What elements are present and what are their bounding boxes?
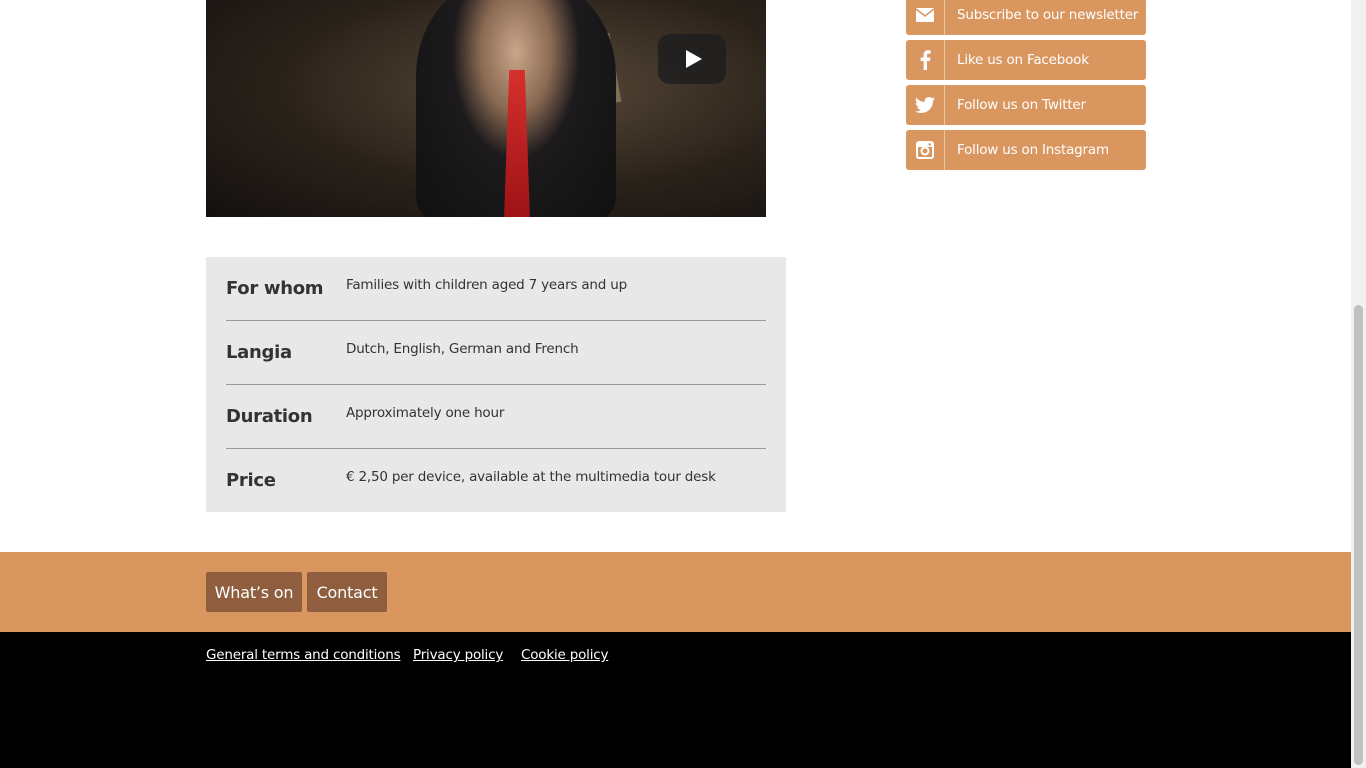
info-value: Dutch, English, German and French <box>346 341 579 357</box>
newsletter-button[interactable]: Subscribe to our newsletter <box>906 0 1146 35</box>
facebook-label: Like us on Facebook <box>957 52 1089 68</box>
contact-button[interactable]: Contact <box>307 572 387 612</box>
info-value: Families with children aged 7 years and … <box>346 277 627 293</box>
twitter-icon <box>906 85 945 125</box>
twitter-label: Follow us on Twitter <box>957 97 1086 113</box>
info-value: € 2,50 per device, available at the mult… <box>346 469 716 485</box>
info-label: Price <box>226 470 276 491</box>
cookie-policy-link[interactable]: Cookie policy <box>521 647 608 663</box>
info-label: Duration <box>226 406 313 427</box>
twitter-button[interactable]: Follow us on Twitter <box>906 85 1146 125</box>
info-row-for-whom: For whom Families with children aged 7 y… <box>226 257 766 321</box>
footer-legal: General terms and conditions Privacy pol… <box>0 632 1351 768</box>
info-row-price: Price € 2,50 per device, available at th… <box>226 449 766 512</box>
whats-on-button[interactable]: What’s on <box>206 572 302 612</box>
page: For whom Families with children aged 7 y… <box>0 0 1351 768</box>
info-row-language: Langia Dutch, English, German and French <box>226 321 766 385</box>
privacy-policy-link[interactable]: Privacy policy <box>413 647 503 663</box>
terms-link[interactable]: General terms and conditions <box>206 647 401 663</box>
envelope-icon <box>906 0 945 35</box>
instagram-icon <box>906 130 945 170</box>
instagram-button[interactable]: Follow us on Instagram <box>906 130 1146 170</box>
info-value: Approximately one hour <box>346 405 505 421</box>
tour-info-table: For whom Families with children aged 7 y… <box>206 257 786 512</box>
play-icon <box>686 50 702 68</box>
facebook-icon <box>906 40 945 80</box>
info-label: Langia <box>226 342 292 363</box>
newsletter-label: Subscribe to our newsletter <box>957 7 1139 23</box>
page-scrollbar[interactable] <box>1351 0 1366 768</box>
video-player[interactable] <box>206 0 766 217</box>
social-links: Subscribe to our newsletter Like us on F… <box>906 0 1146 175</box>
instagram-label: Follow us on Instagram <box>957 142 1109 158</box>
footer-nav: What’s on Contact <box>0 552 1351 632</box>
info-label: For whom <box>226 278 324 299</box>
info-row-duration: Duration Approximately one hour <box>226 385 766 449</box>
scrollbar-thumb[interactable] <box>1354 305 1363 765</box>
video-play-button[interactable] <box>658 34 726 84</box>
facebook-button[interactable]: Like us on Facebook <box>906 40 1146 80</box>
